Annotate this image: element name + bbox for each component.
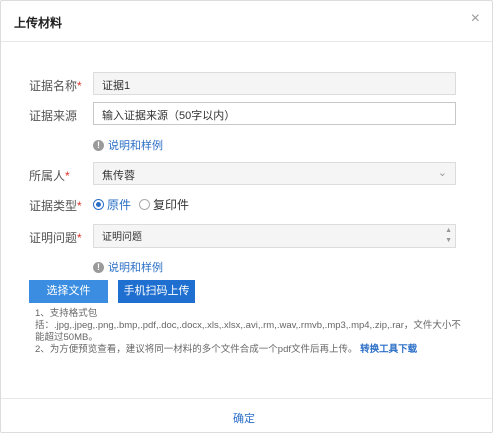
- required-mark: *: [77, 231, 82, 245]
- owner-value: 焦传蓉: [102, 170, 135, 182]
- proof-issue-textarea[interactable]: 证明问题 ▲ ▼: [93, 224, 456, 248]
- info-icon: !: [93, 139, 104, 151]
- radio-original[interactable]: 原件: [93, 196, 131, 213]
- evidence-name-field[interactable]: 证据1: [93, 72, 456, 95]
- note-line: 括：.jpg,.jpeg,.png,.bmp,.pdf,.doc,.docx,.…: [35, 320, 461, 331]
- dialog-title: 上传材料: [14, 16, 63, 30]
- radio-copy[interactable]: 复印件: [139, 196, 189, 213]
- note-line: 2、为方便预览查看，建议将同一材料的多个文件合成一个pdf文件后再上传。 转换工…: [35, 344, 418, 355]
- required-mark: *: [65, 169, 70, 183]
- evidence-name-label: 证据名称*: [29, 79, 82, 93]
- required-mark: *: [77, 79, 82, 93]
- hint-link-2[interactable]: ! 说明和样例: [93, 259, 163, 275]
- tool-download-link[interactable]: 转换工具下载: [360, 344, 417, 355]
- arrow-up-icon: ▲: [445, 227, 452, 234]
- evidence-type-label: 证据类型*: [29, 199, 82, 213]
- hint-link-1[interactable]: ! 说明和样例: [93, 137, 163, 153]
- evidence-source-label: 证据来源: [29, 109, 78, 123]
- choose-file-button[interactable]: 选择文件: [29, 280, 108, 303]
- phone-scan-upload-button[interactable]: 手机扫码上传: [118, 280, 195, 303]
- radio-dot-checked: [93, 199, 104, 210]
- evidence-type-radio-group: 原件 复印件: [93, 196, 197, 213]
- note-line: 能超过50MB。: [35, 332, 98, 343]
- upload-material-dialog: 上传材料 × 证据名称* 证据1 证据来源 输入证据来源（50字以内） ! 说明…: [0, 0, 493, 433]
- proof-issue-value: 证明问题: [102, 232, 142, 243]
- dialog-header: 上传材料 ×: [1, 1, 492, 42]
- close-icon[interactable]: ×: [471, 11, 480, 27]
- info-icon: !: [93, 261, 104, 273]
- owner-select[interactable]: 焦传蓉 ⌄: [93, 162, 456, 185]
- radio-dot: [139, 199, 151, 210]
- required-mark: *: [77, 199, 82, 213]
- hint-text: 说明和样例: [108, 140, 163, 152]
- chevron-down-icon: ⌄: [437, 167, 447, 179]
- textarea-spinner[interactable]: ▲ ▼: [445, 226, 452, 246]
- upload-notes: 1、支持格式包 括：.jpg,.jpeg,.png,.bmp,.pdf,.doc…: [35, 308, 465, 356]
- owner-label: 所属人*: [29, 169, 70, 183]
- evidence-source-input[interactable]: 输入证据来源（50字以内）: [93, 102, 456, 125]
- note-line: 1、支持格式包: [35, 308, 98, 319]
- confirm-button[interactable]: 确定: [233, 410, 255, 426]
- hint-text: 说明和样例: [108, 262, 163, 274]
- arrow-down-icon: ▼: [445, 237, 452, 244]
- proof-issue-label: 证明问题*: [29, 231, 82, 245]
- dialog-footer: 确定: [1, 398, 492, 433]
